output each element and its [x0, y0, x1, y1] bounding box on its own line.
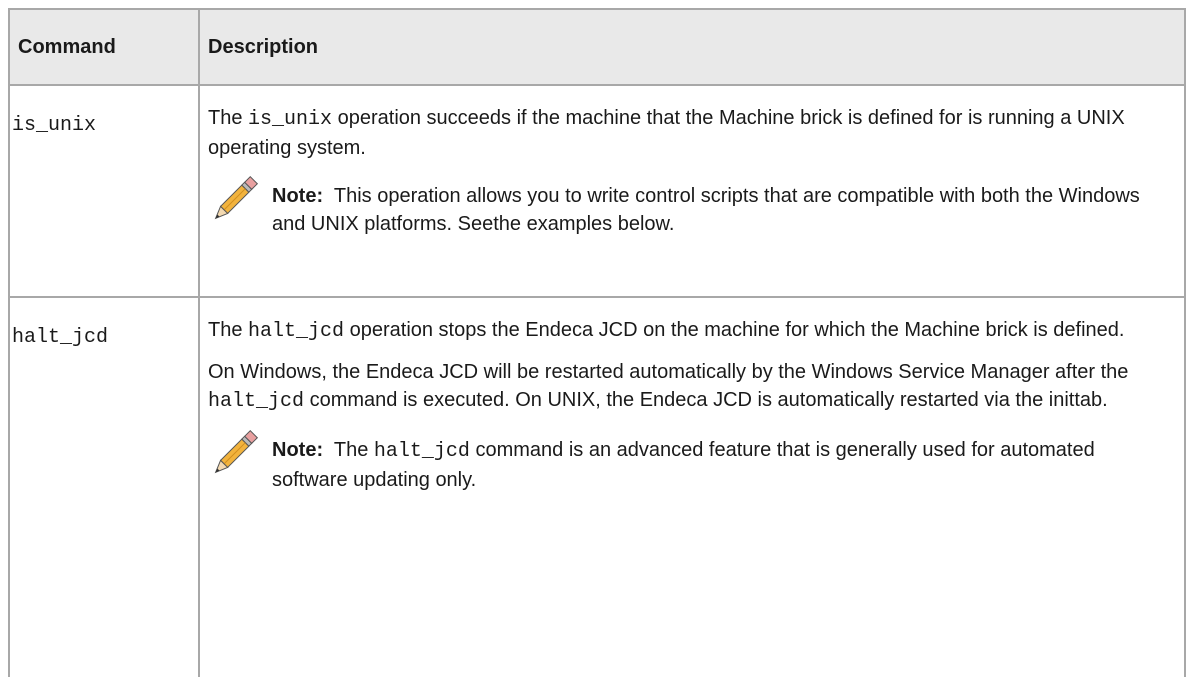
text: command is executed. On UNIX, the Endeca…: [304, 389, 1108, 411]
note-block: Note: This operation allows you to write…: [208, 175, 1174, 238]
table-row: is_unix The is_unix operation succeeds i…: [8, 84, 1186, 298]
note-text: This operation allows you to write contr…: [272, 185, 1146, 235]
description-paragraph: On Windows, the Endeca JCD will be resta…: [208, 358, 1174, 416]
note-label: Note:: [272, 439, 324, 461]
inline-code: halt_jcd: [373, 440, 470, 463]
table-header-row: Command Description: [8, 8, 1186, 86]
inline-code: halt_jcd: [208, 390, 305, 413]
header-description: Description: [198, 8, 1186, 86]
command-table: Command Description is_unix The is_unix …: [8, 8, 1186, 677]
inline-code: halt_jcd: [248, 320, 345, 343]
header-command: Command: [8, 8, 200, 86]
text: operation stops the Endeca JCD on the ma…: [344, 319, 1125, 341]
text: operation succeeds if the machine that t…: [208, 107, 1125, 159]
pencil-icon: [214, 175, 259, 220]
description-paragraph: The halt_jcd operation stops the Endeca …: [208, 316, 1174, 346]
note-block: Note: The halt_jcd command is an advance…: [208, 429, 1174, 494]
command-cell: is_unix: [8, 84, 200, 298]
description-cell: The halt_jcd operation stops the Endeca …: [198, 296, 1186, 677]
pencil-icon: [214, 429, 259, 474]
note-label: Note:: [272, 185, 324, 207]
command-cell: halt_jcd: [8, 296, 200, 677]
table-row: halt_jcd The halt_jcd operation stops th…: [8, 296, 1186, 677]
text: On Windows, the Endeca JCD will be resta…: [208, 361, 1129, 383]
text: The: [208, 107, 249, 129]
description-paragraph: The is_unix operation succeeds if the ma…: [208, 104, 1174, 162]
inline-code: is_unix: [248, 108, 333, 131]
description-cell: The is_unix operation succeeds if the ma…: [198, 84, 1186, 298]
note-text: The: [323, 439, 374, 461]
text: The: [208, 319, 249, 341]
